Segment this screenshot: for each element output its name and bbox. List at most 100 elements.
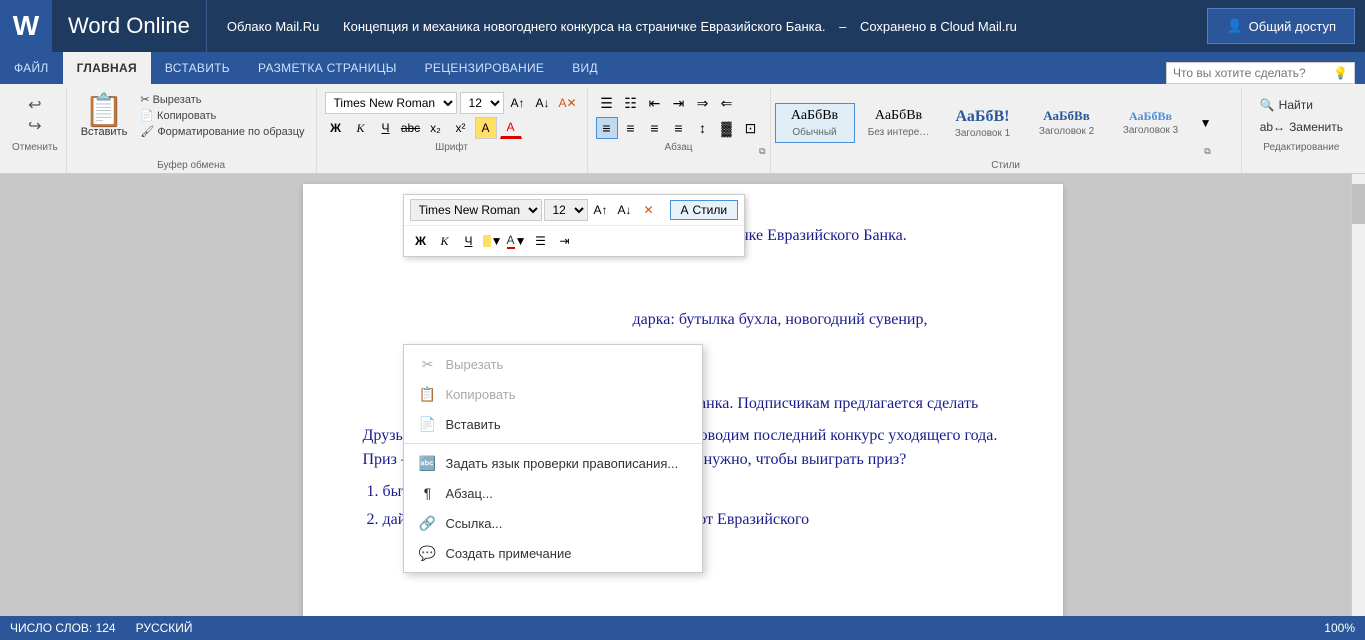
shading-button[interactable]: ▓: [716, 117, 738, 139]
paste-button[interactable]: 📋 Вставить: [75, 92, 134, 153]
ctx-copy[interactable]: 📋 Копировать: [404, 379, 702, 409]
font-color-dropdown-icon: ▼: [515, 234, 527, 248]
undo-button[interactable]: ↩: [28, 96, 41, 115]
outdent-button[interactable]: ⇤: [644, 92, 666, 114]
clear-format-button[interactable]: A✕: [557, 92, 579, 114]
bold-button[interactable]: Ж: [325, 117, 347, 139]
scrollbar[interactable]: [1351, 174, 1365, 616]
paragraph-expand-icon[interactable]: ⧉: [759, 146, 765, 157]
rtl-button[interactable]: ⇐: [716, 92, 738, 114]
ribbon-search-input[interactable]: [1173, 66, 1333, 80]
float-styles-button[interactable]: A Стили: [670, 200, 739, 220]
align-center-button[interactable]: ≡: [620, 117, 642, 139]
float-indent-button[interactable]: ⇥: [554, 230, 576, 252]
ctx-cut[interactable]: ✂ Вырезать: [404, 349, 702, 379]
style-heading2[interactable]: АаБбВв Заголовок 2: [1027, 103, 1107, 142]
format-painter-button[interactable]: 🖌 Форматирование по образцу: [137, 124, 307, 139]
tab-review[interactable]: РЕЦЕНЗИРОВАНИЕ: [411, 52, 559, 84]
font-name-select[interactable]: Times New Roman: [325, 92, 457, 114]
float-bold-button[interactable]: Ж: [410, 230, 432, 252]
strikethrough-button[interactable]: abc: [400, 117, 422, 139]
float-highlight-button[interactable]: ▼: [482, 230, 504, 252]
replace-icon: ab↔: [1260, 120, 1285, 134]
ctx-spell-lang[interactable]: 🔤 Задать язык проверки правописания...: [404, 448, 702, 478]
tab-file[interactable]: ФАЙЛ: [0, 52, 63, 84]
float-decrease-font[interactable]: A↓: [614, 199, 636, 221]
ctx-spell-label: Задать язык проверки правописания...: [446, 456, 679, 471]
float-size-select[interactable]: 12: [544, 199, 588, 221]
tab-view[interactable]: ВИД: [558, 52, 612, 84]
separator: –: [839, 19, 846, 34]
replace-button[interactable]: ab↔ Заменить: [1256, 118, 1347, 136]
font-size-select[interactable]: 12: [460, 92, 504, 114]
cut-button[interactable]: ✂ Вырезать: [137, 92, 307, 107]
find-label: Найти: [1279, 98, 1313, 112]
zoom-level: 100%: [1324, 621, 1355, 635]
cut-label: Вырезать: [153, 94, 202, 106]
align-right-button[interactable]: ≡: [644, 117, 666, 139]
ltr-button[interactable]: ⇒: [692, 92, 714, 114]
style-h1-preview: АаБбВ!: [956, 107, 1010, 126]
float-increase-font[interactable]: A↑: [590, 199, 612, 221]
redo-button[interactable]: ↪: [28, 117, 41, 136]
tab-layout[interactable]: РАЗМЕТКА СТРАНИЦЫ: [244, 52, 411, 84]
style-heading3[interactable]: АаБбВв Заголовок 3: [1111, 104, 1191, 141]
border-button[interactable]: ⊡: [740, 117, 762, 139]
style-heading1[interactable]: АаБбВ! Заголовок 1: [943, 102, 1023, 144]
style-h2-label: Заголовок 2: [1039, 126, 1094, 137]
float-bullet-button[interactable]: ☰: [530, 230, 552, 252]
ctx-paste[interactable]: 📄 Вставить: [404, 409, 702, 439]
line-spacing-button[interactable]: ↕: [692, 117, 714, 139]
styles-expand-button[interactable]: ▼: [1195, 112, 1217, 134]
style-normal[interactable]: АаБбВв Обычный: [775, 103, 855, 143]
document-page[interactable]: Times New Roman 12 A↑ A↓ ✕ A Стили Ж К Ч: [303, 184, 1063, 616]
tab-insert[interactable]: ВСТАВИТЬ: [151, 52, 244, 84]
ctx-paragraph[interactable]: ¶ Абзац...: [404, 478, 702, 508]
style-h1-label: Заголовок 1: [955, 128, 1010, 139]
highlight-button[interactable]: A: [475, 117, 497, 139]
style-normal-preview: АаБбВв: [791, 108, 838, 125]
styles-group: АаБбВв Обычный АаБбВв Без интере… АаБбВ!…: [771, 88, 1242, 173]
undo-group: ↩ ↪ Отменить: [4, 88, 67, 173]
style-no-spacing[interactable]: АаБбВв Без интере…: [859, 103, 939, 143]
lightbulb-icon: 💡: [1333, 66, 1348, 80]
tab-home[interactable]: ГЛАВНАЯ: [63, 52, 151, 84]
ctx-comment[interactable]: 💬 Создать примечание: [404, 538, 702, 568]
float-font-select[interactable]: Times New Roman: [410, 199, 542, 221]
italic-button[interactable]: К: [350, 117, 372, 139]
ctx-link[interactable]: 🔗 Ссылка...: [404, 508, 702, 538]
find-button[interactable]: 🔍 Найти: [1256, 96, 1347, 114]
subscript-button[interactable]: x₂: [425, 117, 447, 139]
float-italic-button[interactable]: К: [434, 230, 456, 252]
justify-button[interactable]: ≡: [668, 117, 690, 139]
float-styles-label: Стили: [693, 203, 728, 217]
document-area: Times New Roman 12 A↑ A↓ ✕ A Стили Ж К Ч: [0, 174, 1365, 616]
decrease-font-button[interactable]: A↓: [532, 92, 554, 114]
undo-group-label: Отменить: [12, 140, 58, 153]
underline-button[interactable]: Ч: [375, 117, 397, 139]
float-clear-format[interactable]: ✕: [638, 199, 660, 221]
superscript-button[interactable]: x²: [450, 117, 472, 139]
unordered-list-button[interactable]: ☰: [596, 92, 618, 114]
doc-title-area: Облако Mail.Ru Концепция и механика ново…: [207, 19, 1208, 34]
share-button[interactable]: 👤 Общий доступ: [1207, 8, 1355, 44]
word-count: ЧИСЛО СЛОВ: 124: [10, 621, 116, 635]
ribbon-toolbar: ↩ ↪ Отменить 📋 Вставить ✂ Вырезать 📄 Коп…: [0, 84, 1365, 174]
style-h3-label: Заголовок 3: [1123, 125, 1178, 136]
indent-button[interactable]: ⇥: [668, 92, 690, 114]
increase-font-button[interactable]: A↑: [507, 92, 529, 114]
ribbon-search-box[interactable]: 💡: [1166, 62, 1355, 84]
float-font-color-button[interactable]: A ▼: [506, 230, 528, 252]
align-left-button[interactable]: ≡: [596, 117, 618, 139]
style-normal-label: Обычный: [792, 127, 836, 138]
float-underline-button[interactable]: Ч: [458, 230, 480, 252]
styles-expand-icon[interactable]: ⧉: [1204, 146, 1210, 157]
scroll-thumb[interactable]: [1352, 184, 1365, 224]
font-row2: Ж К Ч abc x₂ x² A A: [325, 117, 579, 139]
share-icon: 👤: [1226, 18, 1242, 34]
cloud-service: Облако Mail.Ru: [227, 19, 320, 34]
font-color-button[interactable]: A: [500, 117, 522, 139]
style-nospacing-preview: АаБбВв: [875, 108, 922, 125]
ordered-list-button[interactable]: ☷: [620, 92, 642, 114]
copy-button[interactable]: 📄 Копировать: [137, 108, 307, 123]
